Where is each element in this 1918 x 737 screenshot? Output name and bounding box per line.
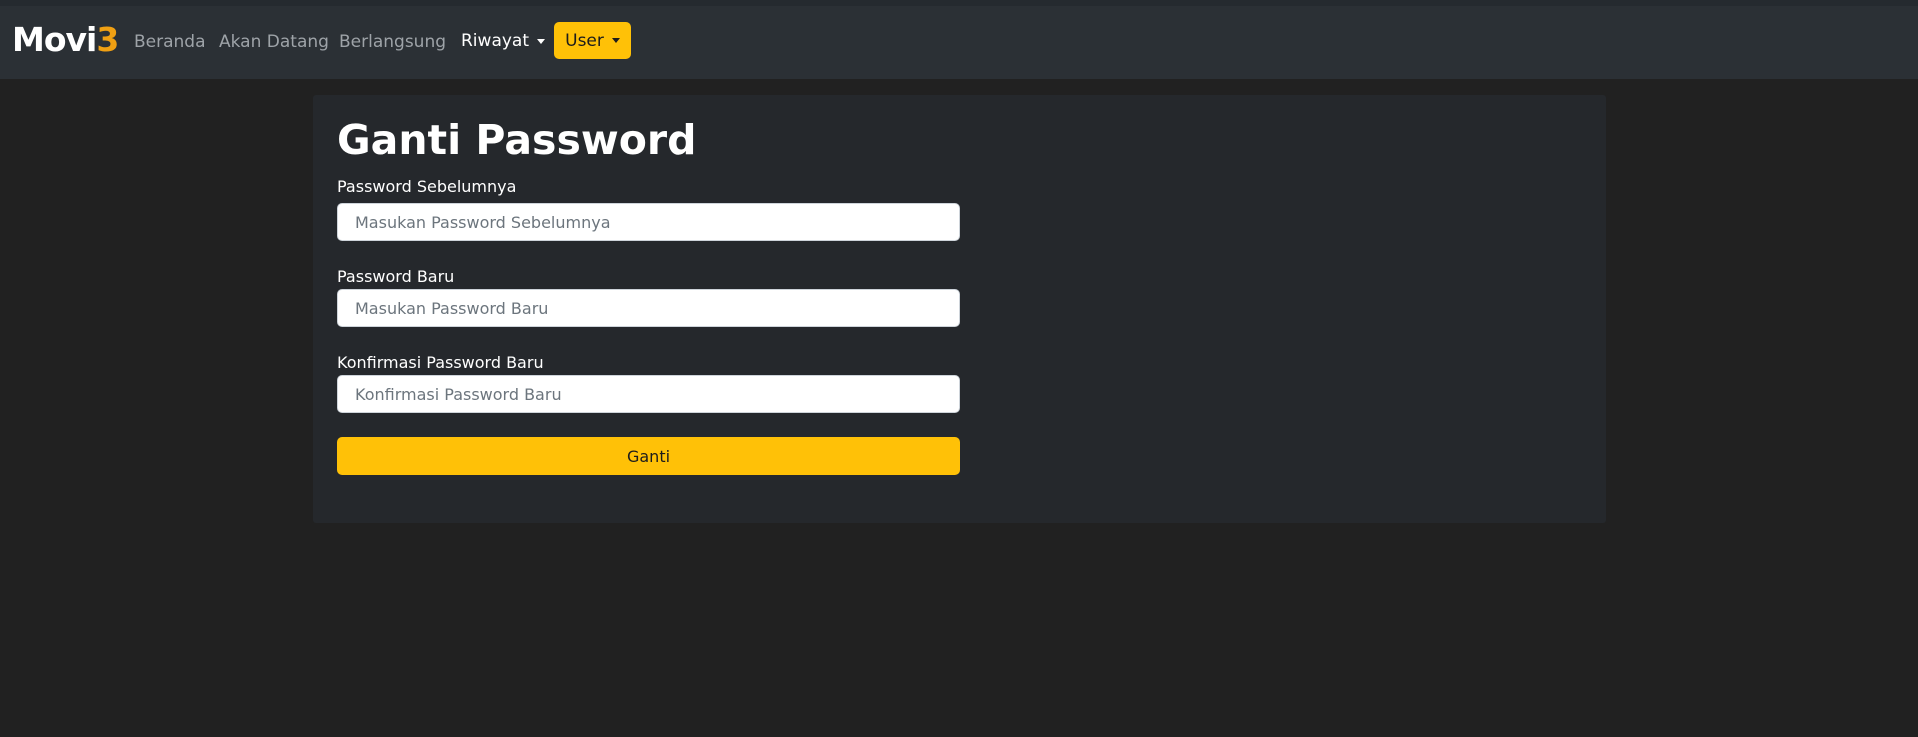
caret-down-icon <box>537 38 545 44</box>
nav-link-beranda[interactable]: Beranda <box>134 32 206 52</box>
brand-accent: 3 <box>96 20 119 59</box>
user-button-label: User <box>565 30 604 51</box>
confirm-password-input[interactable] <box>337 375 960 413</box>
new-password-input[interactable] <box>337 289 960 327</box>
nav-link-berlangsung[interactable]: Berlangsung <box>339 32 446 52</box>
brand-name: Movi <box>12 20 97 59</box>
new-password-label: Password Baru <box>337 267 455 286</box>
riwayat-dropdown[interactable]: Riwayat <box>461 31 545 51</box>
old-password-label: Password Sebelumnya <box>337 177 517 196</box>
caret-down-icon <box>611 38 620 43</box>
nav-link-akan-datang[interactable]: Akan Datang <box>219 32 329 52</box>
navbar: Movi3 Beranda Akan Datang Berlangsung Ri… <box>0 6 1918 79</box>
brand-logo[interactable]: Movi3 <box>12 20 119 59</box>
user-dropdown-button[interactable]: User <box>554 22 631 59</box>
page-title: Ganti Password <box>337 116 697 164</box>
confirm-password-label: Konfirmasi Password Baru <box>337 353 544 372</box>
riwayat-dropdown-label: Riwayat <box>461 31 529 51</box>
submit-button[interactable]: Ganti <box>337 437 960 475</box>
old-password-input[interactable] <box>337 203 960 241</box>
